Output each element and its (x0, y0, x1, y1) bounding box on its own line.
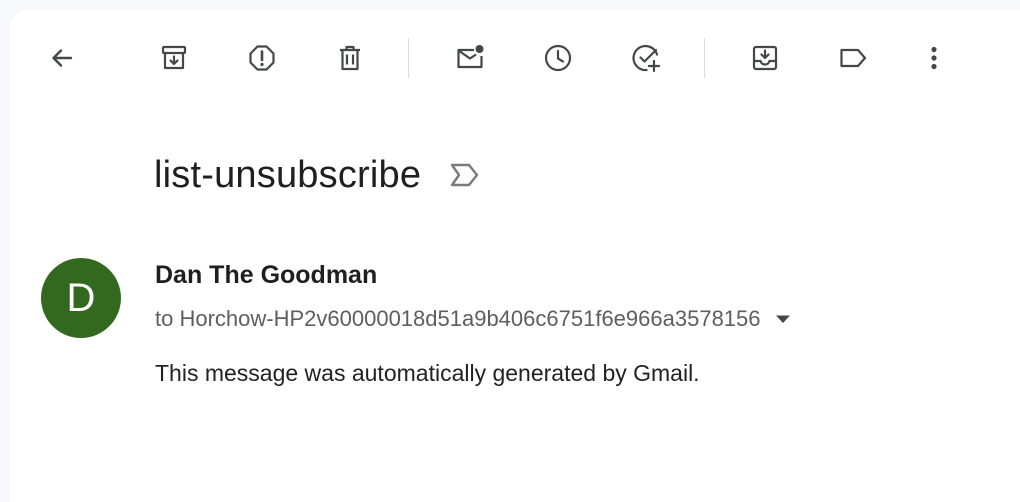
subject-row: list-unsubscribe (154, 150, 481, 200)
report-spam-icon (249, 45, 275, 71)
archive-icon (161, 45, 187, 70)
toolbar-divider (408, 38, 409, 78)
recipient-row: to Horchow-HP2v60000018d51a9b406c6751f6e… (155, 304, 795, 334)
move-to-inbox-icon (752, 45, 778, 71)
message-body: This message was automatically generated… (155, 360, 700, 386)
delete-button[interactable] (326, 34, 374, 82)
archive-button[interactable] (150, 34, 198, 82)
mark-unread-button[interactable] (446, 34, 494, 82)
sender-avatar[interactable]: D (41, 258, 121, 338)
toolbar-divider (704, 38, 705, 78)
show-details-button[interactable] (771, 307, 795, 331)
labels-button[interactable] (829, 34, 877, 82)
sender-name[interactable]: Dan The Goodman (155, 261, 377, 290)
avatar-letter: D (66, 275, 96, 320)
trash-icon (340, 45, 360, 71)
move-to-button[interactable] (741, 34, 789, 82)
recipient-line: to Horchow-HP2v60000018d51a9b406c6751f6e… (155, 306, 761, 331)
add-task-icon (632, 44, 661, 73)
label-icon (840, 48, 867, 68)
report-spam-button[interactable] (238, 34, 286, 82)
back-button[interactable] (38, 34, 86, 82)
add-to-tasks-button[interactable] (622, 34, 670, 82)
more-options-button[interactable] (910, 34, 958, 82)
importance-marker-icon[interactable] (447, 160, 481, 190)
message-view: list-unsubscribe D Dan The Goodman to Ho… (10, 10, 1020, 502)
mark-unread-icon (457, 45, 484, 69)
snooze-button[interactable] (534, 34, 582, 82)
message-toolbar (10, 10, 1020, 106)
message-subject: list-unsubscribe (154, 153, 422, 196)
clock-icon (544, 44, 572, 72)
dropdown-triangle-icon (775, 315, 790, 323)
more-vert-icon (931, 46, 937, 70)
back-arrow-icon (52, 49, 73, 67)
